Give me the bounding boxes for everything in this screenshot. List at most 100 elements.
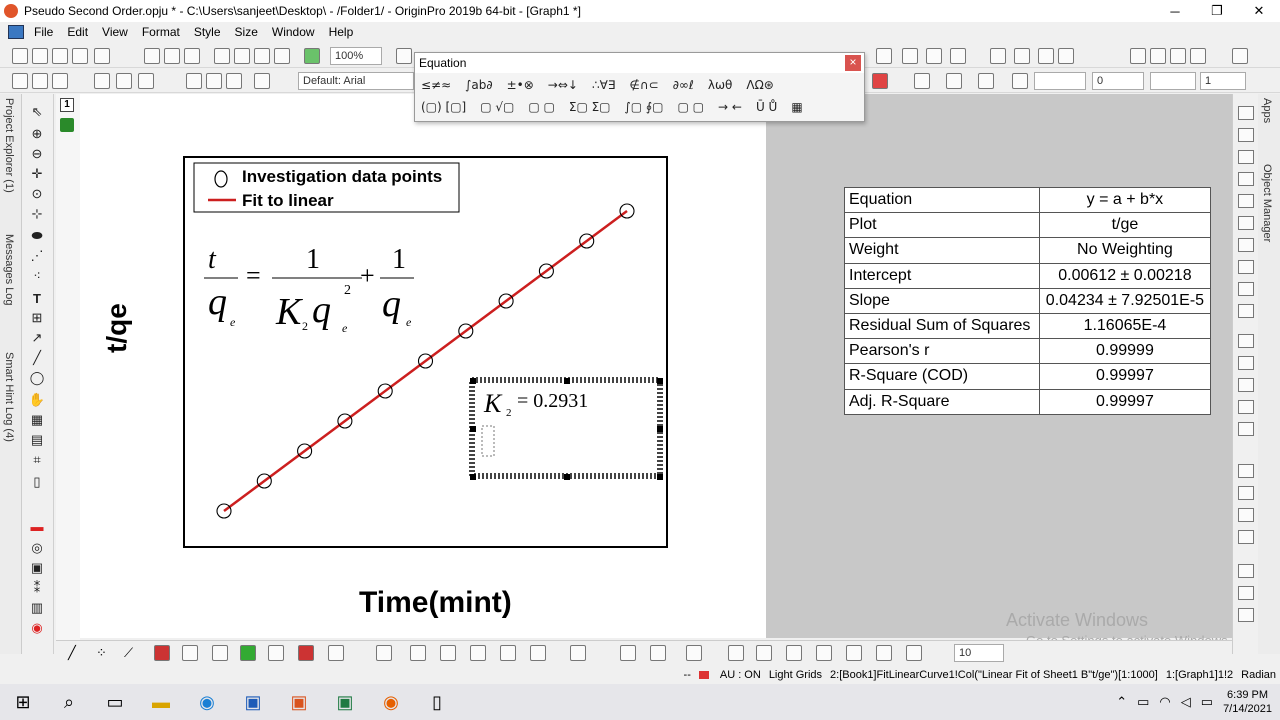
open-icon[interactable] [214,48,230,64]
resize-handle-b[interactable] [564,474,570,480]
line-style-combo[interactable] [1034,72,1086,90]
sets-button[interactable]: ∉∩⊂ [629,78,658,98]
column-chart-icon[interactable] [154,645,170,661]
chat-icon[interactable]: ▭ [1201,694,1213,710]
layer-back-icon[interactable] [1238,486,1254,500]
bars-button[interactable]: ▢ ▢ [678,100,705,120]
matrix-plot-icon[interactable] [182,645,198,661]
labeled-arrows-button[interactable]: → ← [718,100,742,120]
file-explorer-icon[interactable]: ▬ [138,684,184,720]
bubble-icon[interactable] [470,645,486,661]
new-workbook-icon[interactable] [32,48,48,64]
new-project-icon[interactable] [12,48,28,64]
record-icon[interactable]: ◉ [28,620,46,636]
star-icon[interactable]: ⁑ [28,580,46,596]
line-width-icon[interactable] [1012,73,1028,89]
annotation-icon[interactable]: ⊞ [28,310,46,326]
z-icon[interactable] [1058,48,1074,64]
resize-handle-t[interactable] [564,378,570,384]
graph-canvas[interactable]: Investigation data points Fit to linear … [80,94,766,638]
settings-icon[interactable] [1238,194,1254,208]
move-back-icon[interactable] [756,645,772,661]
rotate-icon[interactable] [846,645,862,661]
save-project-icon[interactable] [254,48,270,64]
zoom-out-icon[interactable]: ⊖ [28,146,46,162]
merge-icon[interactable] [1238,304,1254,318]
next-icon[interactable] [1170,48,1186,64]
line-plot-icon[interactable]: ╱ [68,645,84,661]
align-right-icon[interactable] [1238,356,1254,370]
filter-clear-icon[interactable] [926,48,942,64]
layer-tool-icon[interactable] [1238,106,1254,120]
origin-taskbar-icon[interactable]: ▣ [276,684,322,720]
move-front-icon[interactable] [728,645,744,661]
print-icon[interactable] [396,48,412,64]
apps-icon[interactable] [1232,48,1248,64]
table-icon[interactable] [138,73,154,89]
set-x-icon[interactable] [226,73,242,89]
matrices-button[interactable]: ▦ [791,100,802,120]
products-button[interactable]: Ū Ů [756,100,777,120]
x-axis-title[interactable]: Time(mint) [359,586,512,619]
insert-image-icon[interactable]: ⌗ [28,452,46,468]
misc-symbols-button[interactable]: ∂∞ℓ [673,78,694,98]
logic-button[interactable]: ∴∀∃ [592,78,615,98]
messages-log-tab[interactable]: Messages Log [3,234,15,306]
smart-hint-log-tab[interactable]: Smart Hint Log (4) [3,352,15,442]
equation-close-button[interactable]: × [845,55,861,71]
paste-icon[interactable] [52,73,68,89]
menu-style[interactable]: Style [194,25,221,39]
clock[interactable]: 6:39 PM 7/14/2021 [1223,688,1272,716]
flip-icon[interactable] [876,645,892,661]
lock-icon[interactable] [60,118,74,132]
draw-data-icon[interactable]: ⁖ [28,268,46,284]
align-top-icon[interactable] [1238,378,1254,392]
menu-window[interactable]: Window [272,25,315,39]
line-color-icon[interactable] [978,73,994,89]
mdi-icon[interactable] [8,25,24,39]
polar-plot-icon[interactable] [268,645,284,661]
wifi-icon[interactable]: ◠ [1159,694,1170,710]
pattern-combo[interactable] [1150,72,1196,90]
column-plot-icon[interactable] [94,73,110,89]
previous-icon[interactable] [1150,48,1166,64]
first-icon[interactable] [1130,48,1146,64]
search-icon[interactable]: ⌕ [46,684,92,720]
relations-button[interactable]: ≤≠≈ [421,78,451,98]
new-function-icon[interactable] [144,48,160,64]
pattern-icon[interactable] [946,73,962,89]
status-unit[interactable]: Radian [1241,669,1276,681]
recalculate-icon[interactable] [304,48,320,64]
last-icon[interactable] [1190,48,1206,64]
size2-combo[interactable]: 1 [1200,72,1246,90]
apps-tab[interactable]: Apps [1261,98,1273,123]
y-icon[interactable] [1038,48,1054,64]
circle-icon[interactable]: ◎ [28,540,46,556]
menu-help[interactable]: Help [329,25,354,39]
project-explorer-tab[interactable]: Project Explorer (1) [3,98,15,193]
layer-icon[interactable]: ▣ [28,560,46,576]
word-icon[interactable]: ▣ [230,684,276,720]
group-icon[interactable] [254,73,270,89]
edge-icon[interactable]: ◉ [184,684,230,720]
arrange-layers-icon[interactable] [650,645,666,661]
distribute-icon[interactable] [1238,422,1254,436]
operators-button[interactable]: ±•⊗ [507,78,534,98]
color-scale-icon[interactable]: ▬ [28,518,46,534]
area-plot-icon[interactable] [240,645,256,661]
arrows-button[interactable]: →⇔↓ [548,78,578,98]
tray-chevron-icon[interactable]: ⌃ [1116,694,1127,710]
restore-button[interactable]: ❐ [1196,0,1238,22]
greek-lower-button[interactable]: λωθ [708,78,733,98]
group-objects-icon[interactable] [1238,564,1254,578]
pointer-icon[interactable]: ⇖ [28,104,46,120]
mask-icon[interactable]: ⋰ [28,248,46,264]
layer-front-icon[interactable] [1238,464,1254,478]
surface-icon[interactable] [440,645,456,661]
integrals-button[interactable]: ∫▢ ∮▢ [625,100,664,120]
resize-handle-l[interactable] [470,426,476,432]
new-layout-icon[interactable] [164,48,180,64]
menu-view[interactable]: View [102,25,128,39]
move-forward-icon[interactable] [786,645,802,661]
zoom-combo[interactable]: 100% [330,47,382,65]
